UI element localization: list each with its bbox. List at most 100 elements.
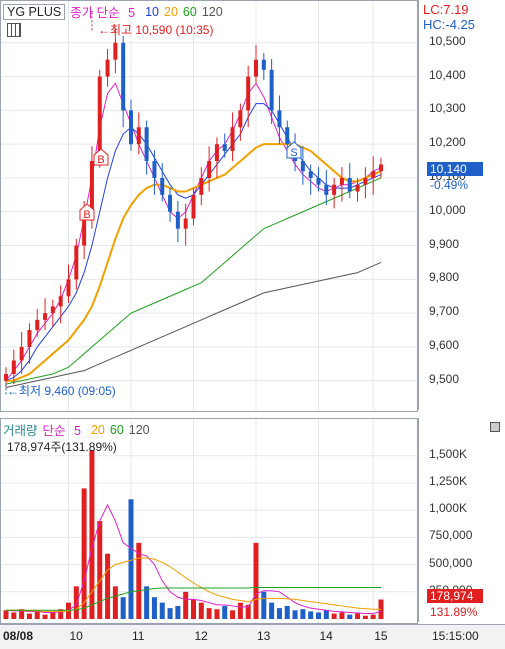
- candle-body: [97, 76, 102, 162]
- volume-legend: 거래량 단순 5 20 60 120: [3, 421, 155, 439]
- panel-close-icon[interactable]: [490, 422, 500, 432]
- candle-body: [105, 59, 110, 77]
- signal-text: B: [97, 154, 104, 166]
- volume-bar: [362, 615, 368, 619]
- current-volume-ratio: 131.89%: [430, 605, 478, 619]
- hc-label: HC:-4.25: [423, 17, 476, 32]
- candle-body: [144, 127, 149, 162]
- candle-body: [246, 76, 251, 111]
- volume-bar: [316, 612, 321, 619]
- legend-ma20: 20: [164, 4, 178, 19]
- time-axis: 08/08 10 11 12 13 14 15 15:15:00: [0, 624, 505, 649]
- candle-body: [199, 177, 204, 195]
- volume-bar: [237, 602, 243, 619]
- time-label: 12: [194, 629, 208, 643]
- volume-bar: [50, 612, 56, 619]
- candle-body: [35, 319, 40, 331]
- price-tick-label: 9,500: [429, 371, 460, 386]
- signal-text: B: [83, 209, 90, 221]
- volume-bar: [191, 599, 196, 619]
- volume-y-axis: 1,500K1,250K1,000K750,000500,000250,000 …: [418, 418, 505, 622]
- candle-body: [308, 171, 313, 178]
- signal-text: S: [290, 147, 297, 159]
- current-change-label: -0.49%: [430, 178, 469, 192]
- volume-bar: [128, 499, 134, 619]
- legend-volume-name: 거래량: [3, 424, 38, 438]
- price-tick-label: 9,800: [429, 270, 460, 285]
- candle-body: [324, 184, 329, 195]
- price-tick-label: 10,400: [429, 67, 466, 82]
- price-tick-label: 10,000: [429, 202, 466, 217]
- candle-body: [191, 194, 196, 219]
- candle-body: [207, 161, 212, 178]
- legend-ma60: 60: [182, 4, 197, 19]
- candle-body: [339, 177, 344, 185]
- candle-body: [136, 127, 141, 145]
- candle-body: [316, 177, 321, 185]
- candle-body: [269, 69, 274, 111]
- time-label: 13: [257, 629, 271, 643]
- candle-body: [43, 313, 48, 320]
- candle-body: [152, 161, 157, 178]
- volume-bar: [206, 608, 212, 619]
- price-tick-label: 9,700: [429, 304, 460, 319]
- volume-bar: [261, 591, 267, 619]
- legend-ma120: 120: [201, 4, 223, 19]
- volume-bar: [120, 597, 126, 619]
- candle-body: [230, 127, 235, 151]
- candle-body: [19, 346, 24, 361]
- volume-bar: [167, 608, 173, 619]
- volume-bar: [284, 605, 290, 619]
- candle-body: [222, 144, 227, 151]
- volume-bar: [253, 542, 259, 619]
- candle-body: [214, 144, 219, 162]
- candle-body: [355, 184, 360, 192]
- volume-bar: [276, 608, 282, 619]
- grid-toggle-icon[interactable]: [7, 23, 21, 37]
- candle-body: [175, 211, 180, 229]
- volume-bar: [112, 586, 118, 619]
- time-label: 08/08: [3, 629, 34, 643]
- legend-ma10: 10: [145, 4, 160, 19]
- volume-bar: [34, 611, 40, 619]
- candle-body: [379, 164, 383, 172]
- price-chart-panel[interactable]: B B S YG PLUS 종가 단순 5 10 20 60 120 ←최고 10,…: [0, 0, 418, 412]
- volume-bar: [144, 586, 150, 619]
- legend-ma5: 종가 단순 5: [70, 6, 136, 20]
- candle-body: [371, 171, 376, 178]
- price-tick-label: 9,900: [429, 236, 460, 251]
- price-tick-label: 10,200: [429, 135, 466, 150]
- candle-body: [347, 177, 352, 192]
- volume-tick-label: 1,000K: [429, 501, 468, 516]
- price-y-axis: LC:7.19 HC:-4.25 10,500 10,400 10,300 10,20…: [418, 0, 505, 410]
- volume-bar: [308, 611, 314, 619]
- legend-vol-ma20: 20: [90, 422, 105, 437]
- candle-body: [129, 110, 133, 145]
- candle-body: [183, 218, 188, 229]
- legend-vol-ma60: 60: [109, 422, 124, 437]
- high-price-label: ←최고 10,590 (10:35): [98, 23, 214, 37]
- volume-bar: [370, 614, 376, 619]
- candle-body: [277, 110, 282, 128]
- volume-bar: [11, 612, 17, 619]
- volume-bar: [331, 613, 337, 619]
- price-tick-label: 10,300: [429, 101, 466, 116]
- price-chart-svg: B B S: [1, 1, 417, 411]
- volume-bar: [159, 602, 165, 619]
- current-volume-box: 178,974: [427, 589, 483, 603]
- volume-tick-label: 1,500K: [429, 446, 468, 461]
- candle-body: [261, 59, 266, 70]
- volume-chart-panel[interactable]: 거래량 단순 5 20 60 120 178,974주(131.89%): [0, 418, 418, 624]
- volume-bar: [105, 553, 111, 619]
- current-price-box: 10,140: [427, 162, 483, 176]
- volume-bar: [97, 521, 103, 619]
- candle-body: [168, 194, 173, 212]
- volume-tick-label: 750,000: [429, 528, 473, 543]
- candle-body: [285, 127, 290, 145]
- price-tick-label: 9,600: [429, 337, 460, 352]
- price-tick-label: 10,500: [429, 33, 466, 48]
- volume-tick-label: 500,000: [429, 555, 473, 570]
- volume-bar: [355, 613, 361, 619]
- volume-bar: [339, 612, 345, 619]
- volume-bar: [300, 609, 306, 619]
